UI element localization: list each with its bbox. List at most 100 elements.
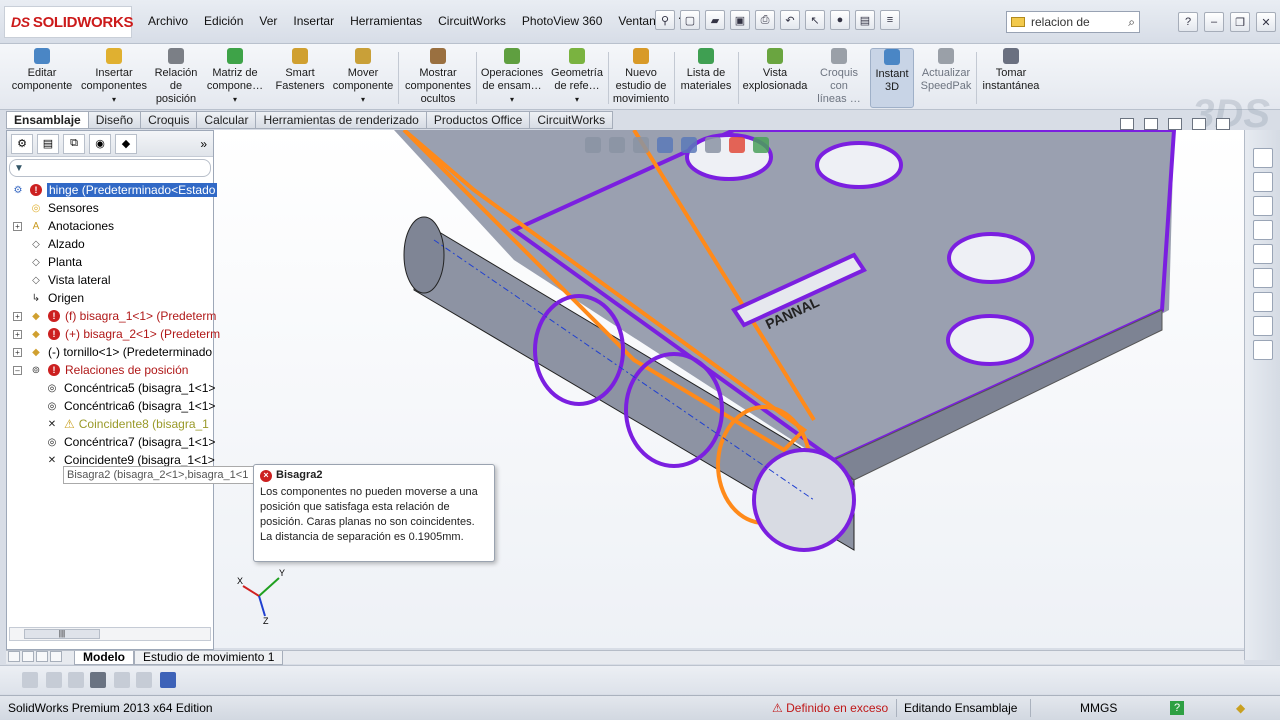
- last-tab-icon[interactable]: [50, 650, 62, 662]
- tree-item[interactable]: ◎ Concéntrica6 (bisagra_1<1>: [45, 397, 216, 415]
- viewport-tile-icon[interactable]: [1120, 118, 1134, 130]
- tree-item[interactable]: ⊚! Relaciones de posición: [29, 361, 189, 379]
- overdefined-status[interactable]: ⚠ Definido en exceso: [772, 701, 888, 715]
- tree-expander[interactable]: +: [13, 348, 22, 357]
- units-label[interactable]: MMGS: [1080, 701, 1117, 715]
- pattern-button[interactable]: Matriz de compone… ▾: [204, 48, 266, 106]
- menu-photoview[interactable]: PhotoView 360: [514, 14, 611, 28]
- prev-tab-icon[interactable]: [22, 650, 34, 662]
- tab-modelo[interactable]: Modelo: [74, 650, 134, 665]
- select-icon[interactable]: ↖: [805, 10, 825, 30]
- minimize-icon[interactable]: –: [1204, 12, 1224, 32]
- search-icon[interactable]: ⌕: [1128, 15, 1135, 30]
- reference-geometry-button[interactable]: Geometría de refe… ▾: [548, 48, 606, 106]
- search-input[interactable]: relacion de ⌕: [1006, 11, 1140, 33]
- section-view-icon[interactable]: [657, 137, 673, 153]
- solidworks-resources-icon[interactable]: [1253, 148, 1273, 168]
- options-icon[interactable]: ≡: [880, 10, 900, 30]
- tab-croquis[interactable]: Croquis: [141, 111, 198, 129]
- tree-item[interactable]: ◇ Planta: [29, 253, 82, 271]
- tab-ensamblaje[interactable]: Ensamblaje: [6, 111, 89, 129]
- motion-tool-icon[interactable]: [46, 672, 62, 688]
- edit-component-button[interactable]: Editar componente: [8, 48, 76, 93]
- take-snapshot-button[interactable]: Tomar instantánea: [978, 48, 1044, 93]
- chevron-down-icon[interactable]: ▾: [80, 93, 148, 106]
- tree-item[interactable]: ◆! (+) bisagra_2<1> (Predeterm: [29, 325, 220, 343]
- save-icon[interactable]: ▣: [730, 10, 750, 30]
- menu-ver[interactable]: Ver: [251, 14, 285, 28]
- display-style-icon[interactable]: [705, 137, 721, 153]
- sketch-lines-button[interactable]: Croquis con líneas …: [812, 48, 866, 106]
- motion-tool-icon[interactable]: [68, 672, 84, 688]
- tree-item[interactable]: ◇ Alzado: [29, 235, 85, 253]
- rebuild-icon[interactable]: ●: [830, 10, 850, 30]
- feature-manager-icon[interactable]: ⚙: [11, 133, 33, 154]
- scene-icon[interactable]: [753, 137, 769, 153]
- tree-expander[interactable]: +: [13, 222, 22, 231]
- smart-fasteners-button[interactable]: Smart Fasteners: [270, 48, 330, 93]
- tab-circuitworks[interactable]: CircuitWorks: [530, 111, 614, 129]
- tree-item[interactable]: ✕ ⚠ Coincidente8 (bisagra_1: [45, 415, 209, 433]
- home-icon[interactable]: [1253, 196, 1273, 216]
- list-icon[interactable]: [90, 672, 106, 688]
- update-speedpak-button[interactable]: Actualizar SpeedPak: [918, 48, 974, 93]
- mate-button[interactable]: Relación de posición: [150, 48, 202, 106]
- viewport-close-icon[interactable]: [1216, 118, 1230, 130]
- file-explorer-icon[interactable]: [1253, 244, 1273, 264]
- tab-renderizado[interactable]: Herramientas de renderizado: [256, 111, 427, 129]
- next-tab-icon[interactable]: [36, 650, 48, 662]
- tree-item[interactable]: ↳ Origen: [29, 289, 84, 307]
- new-file-icon[interactable]: ▢: [680, 10, 700, 30]
- viewport-split-icon[interactable]: [1144, 118, 1158, 130]
- menu-herramientas[interactable]: Herramientas: [342, 14, 430, 28]
- zoom-fit-icon[interactable]: [585, 137, 601, 153]
- scrollbar-thumb[interactable]: |||: [24, 629, 100, 639]
- grid-icon[interactable]: [114, 672, 130, 688]
- instant-3d-button[interactable]: Instant 3D: [870, 48, 914, 108]
- insert-components-button[interactable]: Insertar componentes ▾: [80, 48, 148, 106]
- menu-circuitworks[interactable]: CircuitWorks: [430, 14, 514, 28]
- close-icon[interactable]: ✕: [1256, 12, 1276, 32]
- custom-properties-icon[interactable]: [1253, 316, 1273, 336]
- tree-item[interactable]: ◆! (f) bisagra_1<1> (Predeterm: [29, 307, 216, 325]
- print-icon[interactable]: ⎙: [755, 10, 775, 30]
- appearance-icon[interactable]: [729, 137, 745, 153]
- previous-view-icon[interactable]: [633, 137, 649, 153]
- property-manager-icon[interactable]: ▤: [37, 133, 59, 154]
- library-icon[interactable]: [1253, 220, 1273, 240]
- tree-expander[interactable]: +: [13, 312, 22, 321]
- restore-icon[interactable]: ❐: [1230, 12, 1250, 32]
- show-hidden-button[interactable]: Mostrar componentes ocultos: [402, 48, 474, 106]
- open-file-icon[interactable]: ▰: [705, 10, 725, 30]
- tab-motion-study[interactable]: Estudio de movimiento 1: [134, 650, 284, 665]
- assembly-features-button[interactable]: Operaciones de ensam… ▾: [478, 48, 546, 106]
- configuration-manager-icon[interactable]: ⧉: [63, 133, 85, 154]
- new-motion-study-button[interactable]: Nuevo estudio de movimiento: [610, 48, 672, 106]
- menu-edicion[interactable]: Edición: [196, 14, 251, 28]
- viewport-restore-icon[interactable]: [1192, 118, 1206, 130]
- tree-expander[interactable]: +: [13, 330, 22, 339]
- chevron-down-icon[interactable]: ▾: [330, 93, 396, 106]
- tab-diseno[interactable]: Diseño: [88, 111, 142, 129]
- quick-tips-help-icon[interactable]: ?: [1170, 701, 1184, 715]
- tab-calcular[interactable]: Calcular: [197, 111, 257, 129]
- help-icon[interactable]: ?: [1178, 12, 1198, 32]
- tree-item[interactable]: ◆ (-) tornillo<1> (Predeterminado: [29, 343, 212, 361]
- chevron-right-icon[interactable]: »: [200, 137, 207, 151]
- tree-hover-item[interactable]: Bisagra2 (bisagra_2<1>,bisagra_1<1: [63, 466, 258, 484]
- chevron-down-icon[interactable]: ▾: [548, 93, 606, 106]
- tree-item[interactable]: ◎ Sensores: [29, 199, 99, 217]
- tree-item[interactable]: A Anotaciones: [29, 217, 114, 235]
- display-manager-icon[interactable]: ◉: [89, 133, 111, 154]
- motion-tool-icon[interactable]: [22, 672, 38, 688]
- tree-item[interactable]: ◎ Concéntrica7 (bisagra_1<1>: [45, 433, 216, 451]
- menu-insertar[interactable]: Insertar: [285, 14, 342, 28]
- sort-icon[interactable]: [136, 672, 152, 688]
- appearances-icon[interactable]: [1253, 292, 1273, 312]
- undo-icon[interactable]: ↶: [780, 10, 800, 30]
- chevron-down-icon[interactable]: ▾: [204, 93, 266, 106]
- move-component-button[interactable]: Mover componente ▾: [330, 48, 396, 106]
- viewport-minimize-icon[interactable]: [1168, 118, 1182, 130]
- tag-icon[interactable]: ◆: [1236, 701, 1245, 715]
- zoom-area-icon[interactable]: [609, 137, 625, 153]
